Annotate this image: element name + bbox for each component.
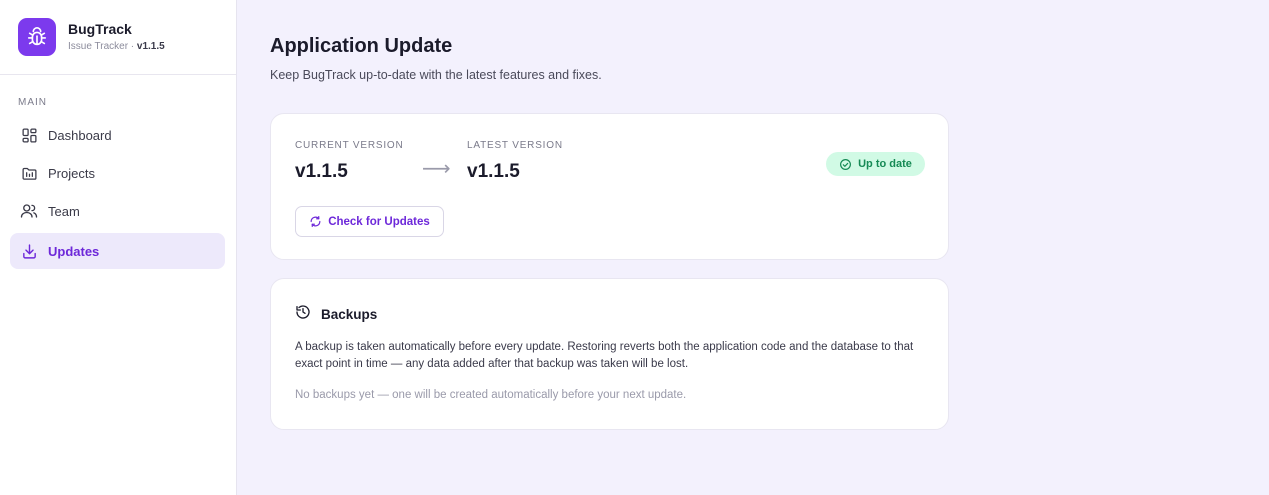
nav-section-label: MAIN	[18, 97, 47, 108]
sidebar-item-label: Team	[48, 203, 80, 219]
dashboard-icon	[20, 126, 38, 144]
download-icon	[20, 242, 38, 260]
sidebar-item-label: Updates	[48, 243, 100, 259]
bug-icon	[18, 18, 56, 56]
backups-card: Backups A backup is taken automatically …	[270, 278, 949, 430]
sidebar-item-label: Dashboard	[48, 127, 112, 143]
arrow-right-icon: ⟶	[422, 158, 451, 180]
version-card: CURRENT VERSION v1.1.5 ⟶ LATEST VERSION …	[270, 113, 949, 260]
check-for-updates-button[interactable]: Check for Updates	[295, 206, 444, 237]
sidebar-item-projects[interactable]: Projects	[10, 155, 225, 191]
current-version-value: v1.1.5	[295, 161, 348, 182]
page-subtitle: Keep BugTrack up-to-date with the latest…	[270, 68, 602, 82]
sidebar-item-updates[interactable]: Updates	[10, 233, 225, 269]
page-title: Application Update	[270, 35, 453, 57]
latest-version-value: v1.1.5	[467, 161, 520, 182]
check-for-updates-label: Check for Updates	[328, 215, 430, 228]
sidebar-item-team[interactable]: Team	[10, 193, 225, 229]
check-circle-icon	[839, 158, 852, 171]
current-version-label: CURRENT VERSION	[295, 140, 404, 151]
status-badge: Up to date	[826, 152, 925, 176]
app-subtitle-text: Issue Tracker ·	[68, 41, 137, 52]
history-icon	[295, 304, 311, 325]
backups-empty-state: No backups yet — one will be created aut…	[295, 389, 687, 401]
app-subtitle: Issue Tracker · v1.1.5	[68, 40, 165, 54]
app-version: v1.1.5	[136, 41, 165, 52]
status-badge-text: Up to date	[858, 158, 912, 170]
sidebar-item-label: Projects	[48, 165, 95, 181]
backups-description: A backup is taken automatically before e…	[295, 341, 914, 370]
sidebar: BugTrack Issue Tracker · v1.1.5 MAIN Das…	[0, 0, 237, 495]
sidebar-item-dashboard[interactable]: Dashboard	[10, 117, 225, 153]
team-icon	[20, 202, 38, 220]
backups-title: Backups	[321, 307, 378, 322]
latest-version-label: LATEST VERSION	[467, 140, 563, 151]
brand: BugTrack Issue Tracker · v1.1.5	[0, 0, 236, 75]
projects-icon	[20, 164, 38, 182]
refresh-icon	[309, 215, 322, 228]
app-name: BugTrack	[68, 21, 132, 37]
